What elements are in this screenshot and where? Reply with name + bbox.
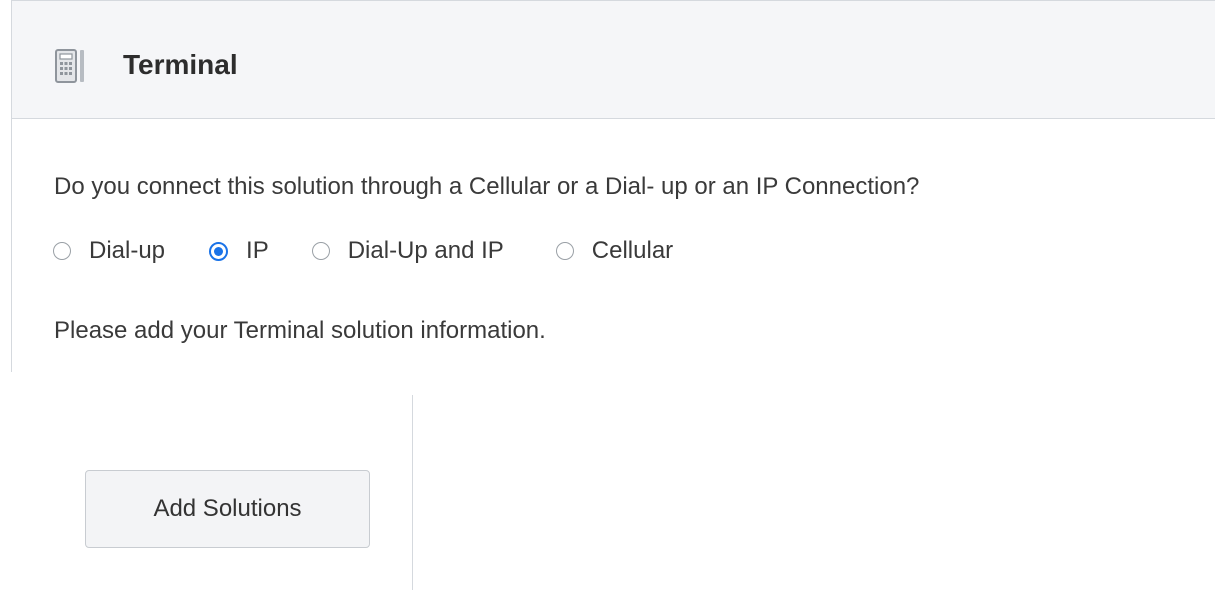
terminal-icon <box>55 49 87 85</box>
solution-info-text: Please add your Terminal solution inform… <box>54 317 546 344</box>
radio-label-dial-up: Dial-up <box>89 237 166 264</box>
radio-option-dial-up[interactable]: Dial-up <box>53 234 165 268</box>
radio-button-ip[interactable] <box>209 241 229 261</box>
panel-divider <box>412 395 413 590</box>
radio-label-ip: IP <box>246 237 269 264</box>
radio-button-dial-up[interactable] <box>53 242 71 260</box>
card-title: Terminal <box>123 49 238 80</box>
radio-option-dial-up-and-ip[interactable]: Dial-Up and IP <box>311 234 504 268</box>
connection-question: Do you connect this solution through a C… <box>54 173 920 200</box>
terminal-solution-page: Terminal Do you connect this solution th… <box>0 0 1215 590</box>
radio-option-ip[interactable]: IP <box>209 234 269 268</box>
radio-label-cellular: Cellular <box>591 237 674 264</box>
radio-button-dial-up-and-ip[interactable] <box>311 242 330 260</box>
radio-label-dial-up-and-ip: Dial-Up and IP <box>347 237 504 264</box>
card-header: Terminal <box>12 1 1215 119</box>
terminal-card: Terminal Do you connect this solution th… <box>11 0 1215 372</box>
connection-type-radio-group: Dial-up IP Dial-Up and IP Cellular <box>53 233 673 269</box>
add-solutions-button[interactable]: Add Solutions <box>85 470 370 548</box>
radio-option-cellular[interactable]: Cellular <box>555 234 674 268</box>
radio-button-cellular[interactable] <box>555 242 574 260</box>
